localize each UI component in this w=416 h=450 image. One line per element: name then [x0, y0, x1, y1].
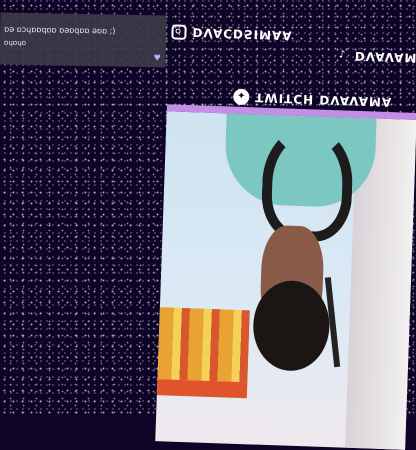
twitch-icon: ✦ [233, 88, 250, 106]
stream-overlay: DVACDSIMAA ♪ DVAVAMA ✦ TWITCH DVAVAMA [145, 18, 416, 450]
tiktok-handle-row: ♪ DVAVAMA [338, 48, 416, 66]
instagram-handle-row: DVACDSIMAA [171, 18, 293, 48]
chat-message-text: ɒǝ ɒɔɥɒɒqɒɒ ɒǝɒqɒɒ ǝɒɒ ;) [4, 24, 116, 36]
webcam-frame [155, 104, 416, 450]
tiktok-icon: ♪ [338, 49, 346, 61]
chat-message-subtext: ɒɥɒɥɒ [3, 38, 27, 48]
webcam-wall-poster [157, 307, 250, 383]
instagram-handle: DVACDSIMAA [192, 25, 293, 43]
webcam-wall-poster-base [156, 379, 248, 399]
tiktok-handle: DVAVAMA [354, 48, 416, 66]
chat-message-box: ɒǝ ɒɔɥɒɒqɒɒ ɒǝɒqɒɒ ǝɒɒ ;) ɒɥɒɥɒ ♥ [0, 12, 167, 68]
instagram-icon [171, 23, 187, 40]
twitch-handle: TWITCH DVAVAMA [255, 90, 393, 110]
